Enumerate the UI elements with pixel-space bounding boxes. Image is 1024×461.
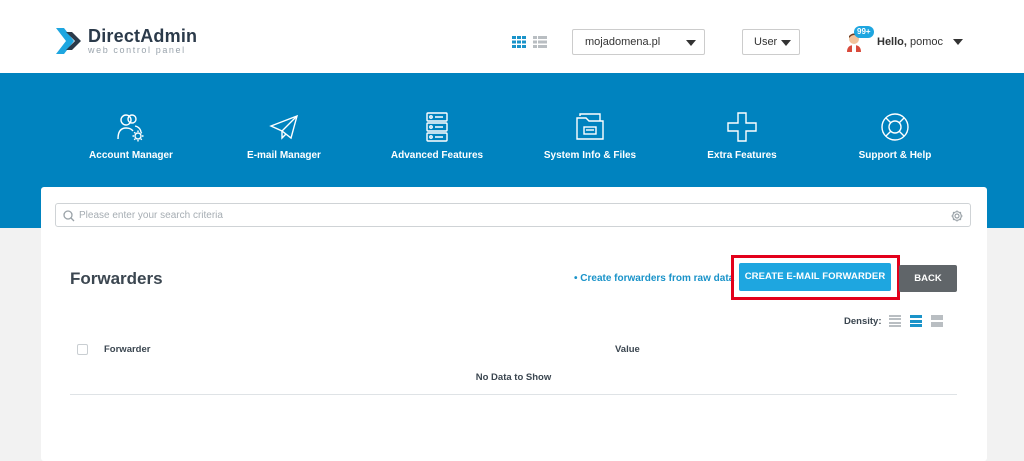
nav-label: Extra Features <box>707 150 777 161</box>
content-panel: Please enter your search criteria Forwar… <box>41 187 987 461</box>
users-gear-icon <box>117 114 144 142</box>
domain-select-value: mojadomena.pl <box>585 36 661 48</box>
logo-tagline: web control panel <box>88 45 186 55</box>
lifebuoy-icon <box>881 113 909 141</box>
user-menu[interactable]: 99+ Hello, pomoc <box>846 26 964 52</box>
folder-icon <box>576 113 604 140</box>
avatar: 99+ <box>846 26 874 52</box>
nav-label: Account Manager <box>89 150 173 161</box>
role-select-value: User <box>754 36 778 48</box>
search-input[interactable]: Please enter your search criteria <box>55 203 971 227</box>
empty-state: No Data to Show <box>475 372 552 383</box>
role-select[interactable]: User <box>742 29 800 55</box>
plus-icon <box>727 112 757 142</box>
logo-name: DirectAdmin <box>88 26 198 46</box>
search-icon <box>63 210 75 222</box>
nav-item-system-info-files[interactable]: System Info & Files <box>515 112 665 161</box>
search-placeholder: Please enter your search criteria <box>79 210 223 221</box>
nav-label: Advanced Features <box>390 150 484 161</box>
create-email-forwarder-button[interactable]: CREATE E-MAIL FORWARDER <box>739 263 891 291</box>
domain-select[interactable]: mojadomena.pl <box>572 29 705 55</box>
chevron-down-icon <box>953 39 964 45</box>
logo-icon <box>56 26 82 56</box>
gear-icon[interactable] <box>951 210 963 222</box>
back-button[interactable]: BACK <box>899 265 957 292</box>
select-all-checkbox[interactable] <box>77 344 88 355</box>
greeting: Hello, pomoc <box>877 36 944 48</box>
view-toggle <box>512 35 547 48</box>
create-from-raw-link[interactable]: • Create forwarders from raw data <box>574 273 734 284</box>
paper-plane-icon <box>269 114 299 140</box>
list-view-icon[interactable] <box>533 35 547 48</box>
column-header-forwarder[interactable]: Forwarder <box>104 344 150 355</box>
chevron-down-icon <box>781 40 791 46</box>
nav-item-extra-features[interactable]: Extra Features <box>667 112 817 161</box>
divider <box>70 394 957 395</box>
chevron-down-icon <box>686 40 696 46</box>
nav-item-email-manager[interactable]: E-mail Manager <box>209 112 359 161</box>
density-label: Density: <box>844 315 882 327</box>
username: pomoc <box>910 36 944 48</box>
nav-item-support-help[interactable]: Support & Help <box>820 112 970 161</box>
nav-item-advanced-features[interactable]: Advanced Features <box>362 112 512 161</box>
nav-label: System Info & Files <box>543 150 637 161</box>
logo[interactable]: DirectAdmin web control panel <box>56 26 197 56</box>
density-control: Density: <box>844 315 952 327</box>
nav-label: Support & Help <box>858 150 932 161</box>
column-header-value[interactable]: Value <box>615 344 640 355</box>
density-comfortable-icon[interactable] <box>931 315 944 327</box>
grid-view-icon[interactable] <box>512 35 526 48</box>
density-normal-icon[interactable] <box>910 315 923 327</box>
server-icon <box>426 112 448 142</box>
top-header: DirectAdmin web control panel mojadomena… <box>0 0 1024 73</box>
density-compact-icon[interactable] <box>889 315 902 327</box>
notification-badge[interactable]: 99+ <box>854 26 874 38</box>
table-header: Forwarder Value <box>70 338 957 362</box>
nav-item-account-manager[interactable]: Account Manager <box>56 112 206 161</box>
nav-label: E-mail Manager <box>247 150 321 161</box>
page-title: Forwarders <box>70 269 163 288</box>
